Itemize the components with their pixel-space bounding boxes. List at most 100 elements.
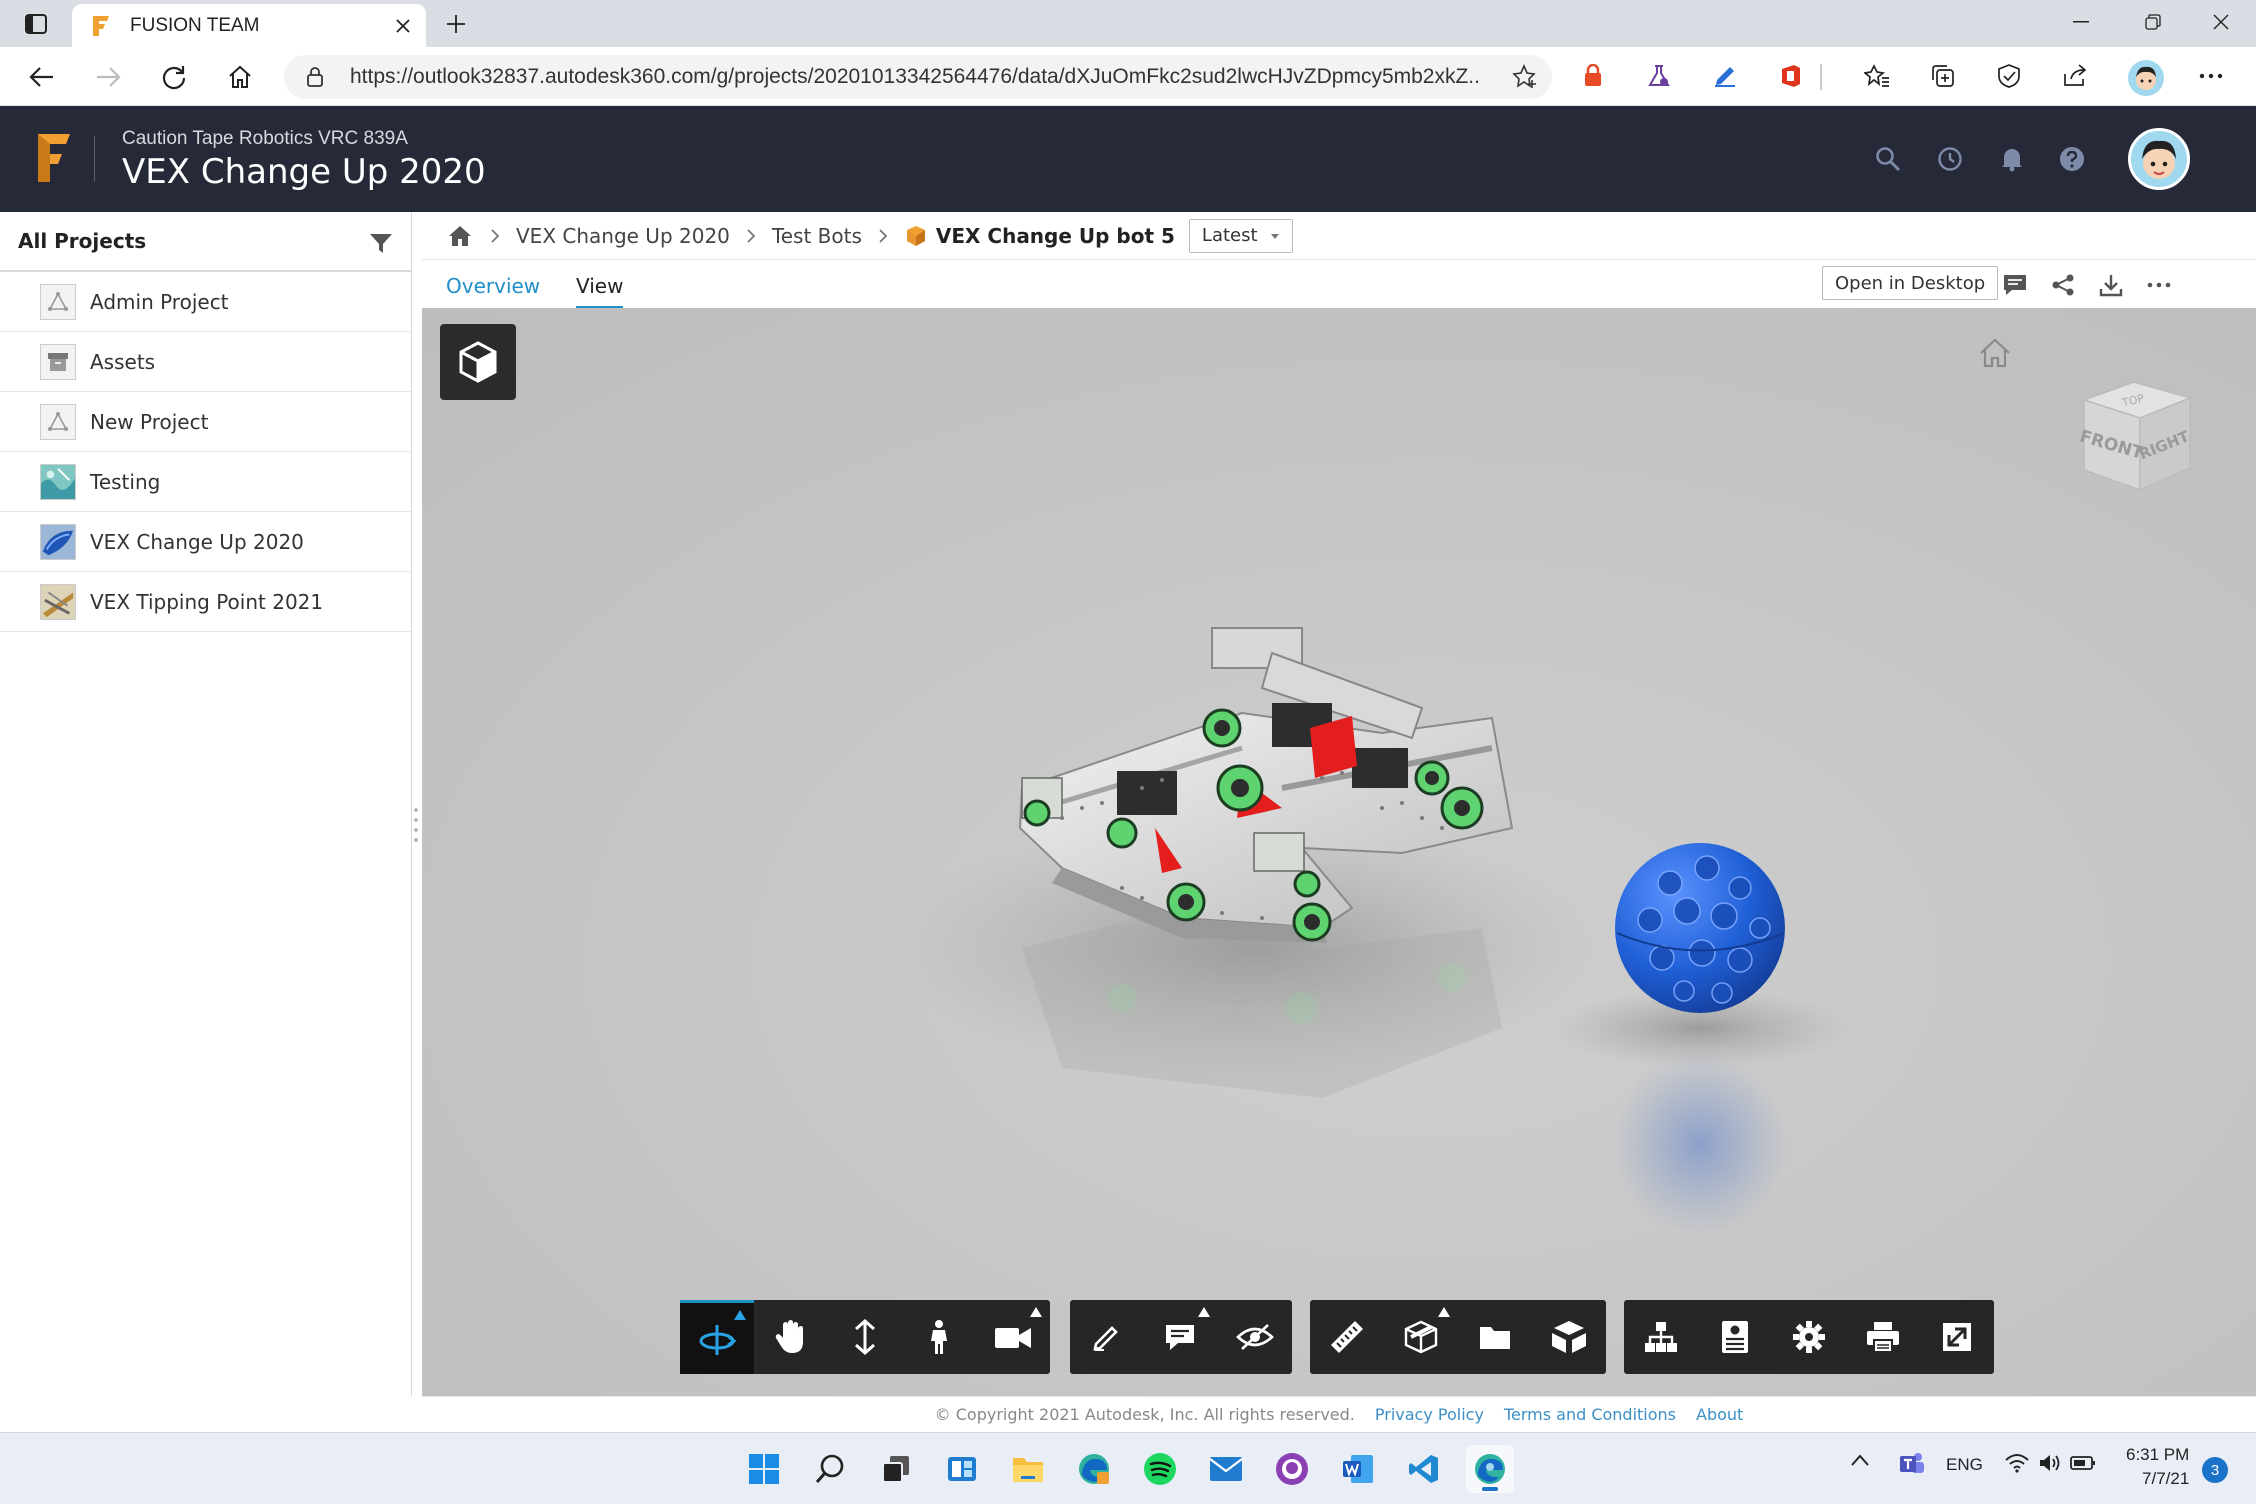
3d-viewer[interactable]: TOP FRONT RIGHT: [422, 308, 2256, 1396]
fullscreen-button[interactable]: [1920, 1300, 1994, 1374]
more-options-icon[interactable]: [2196, 61, 2226, 91]
taskbar-clock[interactable]: 6:31 PM 7/7/21: [2126, 1443, 2189, 1491]
breadcrumb-project[interactable]: VEX Change Up 2020: [516, 224, 730, 248]
pan-button[interactable]: [754, 1300, 828, 1374]
orbit-button[interactable]: [680, 1300, 754, 1374]
share-icon[interactable]: [2048, 270, 2078, 300]
section-analysis-button[interactable]: [1384, 1300, 1458, 1374]
sidebar-item-vex-tipping-point-2021[interactable]: VEX Tipping Point 2021: [0, 572, 411, 632]
tab-overview[interactable]: Overview: [446, 274, 540, 298]
mail-button[interactable]: [1202, 1445, 1250, 1493]
favorites-icon[interactable]: [1862, 61, 1892, 91]
github-desktop-button[interactable]: [1268, 1445, 1316, 1493]
comments-button[interactable]: [1144, 1300, 1218, 1374]
language-indicator[interactable]: ENG: [1946, 1455, 1983, 1475]
bell-icon[interactable]: [1996, 143, 2028, 175]
extension-pen-icon[interactable]: [1710, 61, 1740, 91]
url-text[interactable]: https://outlook32837.autodesk360.com/g/p…: [350, 65, 1480, 89]
user-avatar[interactable]: [2128, 128, 2190, 190]
3d-scene[interactable]: [422, 308, 2256, 1396]
share-icon[interactable]: [2060, 61, 2090, 91]
new-tab-icon[interactable]: [440, 8, 472, 40]
browser-tab[interactable]: FUSION TEAM: [72, 4, 426, 47]
file-explorer-button[interactable]: [1004, 1445, 1052, 1493]
version-dropdown[interactable]: Latest: [1188, 218, 1293, 253]
vscode-button[interactable]: [1400, 1445, 1448, 1493]
browser-essentials-icon[interactable]: [1994, 61, 2024, 91]
extension-flask-icon[interactable]: [1644, 61, 1674, 91]
tab-view[interactable]: View: [576, 274, 624, 309]
model-browser-button[interactable]: [440, 324, 516, 400]
address-bar[interactable]: https://outlook32837.autodesk360.com/g/p…: [284, 55, 1552, 99]
privacy-policy-link[interactable]: Privacy Policy: [1375, 1405, 1484, 1424]
refresh-icon[interactable]: [156, 59, 192, 95]
print-button[interactable]: [1846, 1300, 1920, 1374]
download-icon[interactable]: [2096, 270, 2126, 300]
fusion-logo-icon[interactable]: [34, 130, 74, 186]
search-icon[interactable]: [1872, 143, 1904, 175]
visibility-button[interactable]: [1218, 1300, 1292, 1374]
forward-icon[interactable]: [90, 59, 126, 95]
breadcrumb-folder[interactable]: Test Bots: [772, 224, 862, 248]
person-icon: [931, 1320, 947, 1354]
task-view-button[interactable]: [872, 1445, 920, 1493]
add-favorite-icon[interactable]: [1512, 64, 1538, 90]
more-actions-icon[interactable]: [2144, 270, 2174, 300]
terms-link[interactable]: Terms and Conditions: [1504, 1405, 1676, 1424]
explode-model-button[interactable]: [1532, 1300, 1606, 1374]
spotify-icon: [1144, 1453, 1176, 1485]
home-breadcrumb-icon[interactable]: [446, 222, 474, 250]
taskbar-search-button[interactable]: [806, 1445, 854, 1493]
minimize-icon[interactable]: [2048, 0, 2114, 44]
browser-navbar: https://outlook32837.autodesk360.com/g/p…: [0, 47, 2256, 106]
spotify-button[interactable]: [1136, 1445, 1184, 1493]
open-in-desktop-button[interactable]: Open in Desktop: [1822, 266, 1999, 300]
first-person-button[interactable]: [902, 1300, 976, 1374]
sidebar-item-vex-change-up-2020[interactable]: VEX Change Up 2020: [0, 512, 411, 572]
edge-beta-button[interactable]: [1070, 1445, 1118, 1493]
chevron-up-icon[interactable]: [1850, 1453, 1870, 1467]
widgets-button[interactable]: [938, 1445, 986, 1493]
model-browser-folder-button[interactable]: [1458, 1300, 1532, 1374]
extension-lastpass-icon[interactable]: [1578, 61, 1608, 91]
viewcube[interactable]: TOP FRONT RIGHT: [2072, 372, 2202, 502]
vex-tipping-point-thumbnail: [40, 583, 76, 620]
edge-active-button[interactable]: [1466, 1445, 1514, 1493]
tab-actions-icon[interactable]: [20, 9, 52, 39]
model-structure-button[interactable]: [1624, 1300, 1698, 1374]
about-link[interactable]: About: [1696, 1405, 1743, 1424]
start-button[interactable]: [740, 1445, 788, 1493]
collections-icon[interactable]: [1928, 61, 1958, 91]
tab-close-icon[interactable]: [390, 13, 416, 39]
home-icon[interactable]: [222, 59, 258, 95]
sidebar-item-testing[interactable]: Testing: [0, 452, 411, 512]
word-button[interactable]: [1334, 1445, 1382, 1493]
extension-office-icon[interactable]: [1776, 61, 1806, 91]
zoom-button[interactable]: [828, 1300, 902, 1374]
markup-button[interactable]: [1070, 1300, 1144, 1374]
notification-badge[interactable]: 3: [2202, 1457, 2228, 1483]
filter-icon[interactable]: [369, 231, 393, 255]
measure-button[interactable]: [1310, 1300, 1384, 1374]
hub-name[interactable]: Caution Tape Robotics VRC 839A: [122, 128, 408, 150]
camera-button[interactable]: [976, 1300, 1050, 1374]
battery-icon[interactable]: [2070, 1455, 2096, 1471]
volume-icon[interactable]: [2038, 1453, 2062, 1473]
restore-icon[interactable]: [2120, 0, 2186, 44]
sidebar-item-admin-project[interactable]: Admin Project: [0, 272, 411, 332]
wifi-icon[interactable]: [2004, 1453, 2030, 1473]
teams-icon[interactable]: [1898, 1451, 1926, 1477]
comment-icon[interactable]: [2000, 270, 2030, 300]
properties-button[interactable]: [1698, 1300, 1772, 1374]
sidebar-resize-handle[interactable]: [412, 800, 420, 850]
home-view-icon[interactable]: [1976, 334, 2014, 372]
clock-icon[interactable]: [1934, 143, 1966, 175]
back-icon[interactable]: [24, 59, 60, 95]
lock-icon[interactable]: [302, 64, 328, 90]
sidebar-item-assets[interactable]: Assets: [0, 332, 411, 392]
help-icon[interactable]: [2056, 143, 2088, 175]
settings-button[interactable]: [1772, 1300, 1846, 1374]
profile-avatar[interactable]: [2128, 60, 2164, 96]
sidebar-item-new-project[interactable]: New Project: [0, 392, 411, 452]
close-window-icon[interactable]: [2188, 0, 2254, 44]
